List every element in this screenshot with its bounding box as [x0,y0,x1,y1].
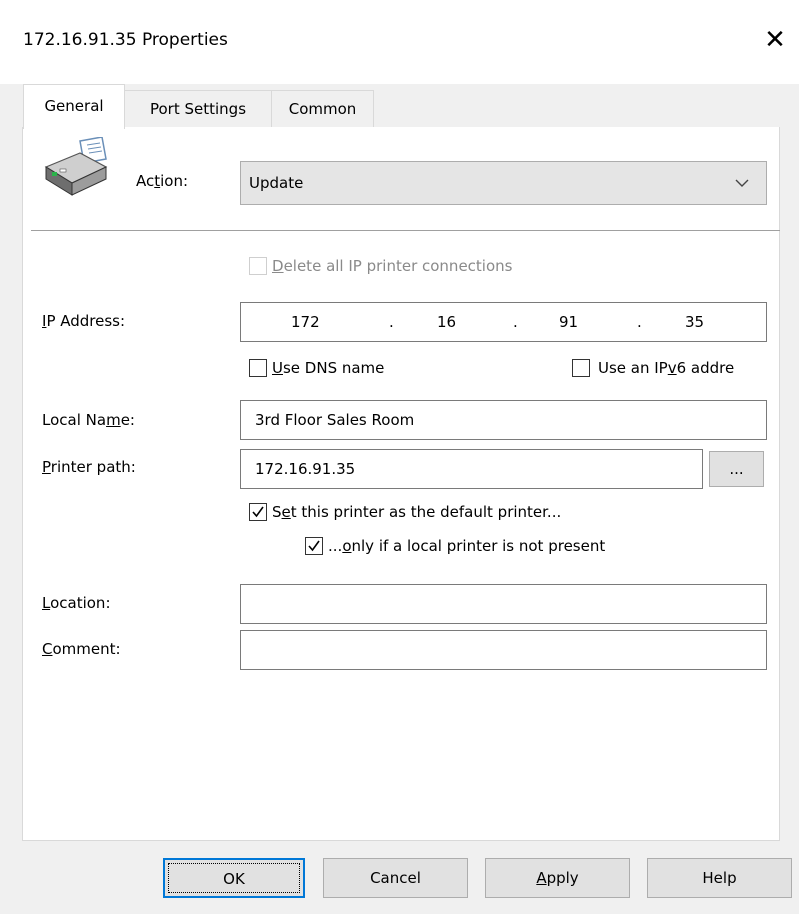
ip-address-label: IP Address: [42,312,126,330]
location-label: Location: [42,594,111,612]
ip-octet-1[interactable]: 172 [291,303,320,341]
location-field[interactable] [240,584,767,624]
printer-icon [40,136,112,197]
ip-dot: . [637,313,642,331]
only-if-local-checkbox[interactable] [305,537,323,555]
window-title: 172.16.91.35 Properties [23,30,228,50]
set-default-label: Set this printer as the default printer.… [272,503,562,521]
use-ipv6-checkbox[interactable] [572,359,590,377]
tab-common[interactable]: Common [271,90,374,127]
browse-button[interactable]: ... [709,451,764,487]
ok-button[interactable]: OK [163,858,305,898]
use-dns-label: Use DNS name [272,359,385,377]
printer-path-field[interactable]: 172.16.91.35 [240,449,703,489]
action-label: Action: [136,172,189,190]
apply-button[interactable]: Apply [485,858,630,898]
close-icon[interactable]: ✕ [755,20,795,60]
comment-label: Comment: [42,640,121,658]
tab-general[interactable]: General [23,84,125,129]
local-name-field[interactable]: 3rd Floor Sales Room [240,400,767,440]
action-value: Update [249,174,304,192]
ip-octet-4[interactable]: 35 [685,303,704,341]
set-default-checkbox[interactable] [249,503,267,521]
cancel-button[interactable]: Cancel [323,858,468,898]
local-name-label: Local Name: [42,411,135,429]
action-dropdown[interactable]: Update [240,161,767,205]
ip-octet-2[interactable]: 16 [437,303,456,341]
tab-port-settings[interactable]: Port Settings [124,90,272,127]
printer-path-label: Printer path: [42,458,136,476]
chevron-down-icon [732,162,752,204]
only-if-local-label: ...only if a local printer is not presen… [328,537,606,555]
ip-address-field[interactable]: 172 . 16 . 91 . 35 [240,302,767,342]
ip-dot: . [389,313,394,331]
help-button[interactable]: Help [647,858,792,898]
focus-rect [168,863,300,893]
separator [31,230,780,231]
comment-field[interactable] [240,630,767,670]
use-ipv6-label: Use an IPv6 addre [598,359,735,377]
delete-all-label: Delete all IP printer connections [272,257,513,275]
ip-dot: . [513,313,518,331]
use-dns-checkbox[interactable] [249,359,267,377]
ip-octet-3[interactable]: 91 [559,303,578,341]
delete-all-checkbox[interactable] [249,257,267,275]
